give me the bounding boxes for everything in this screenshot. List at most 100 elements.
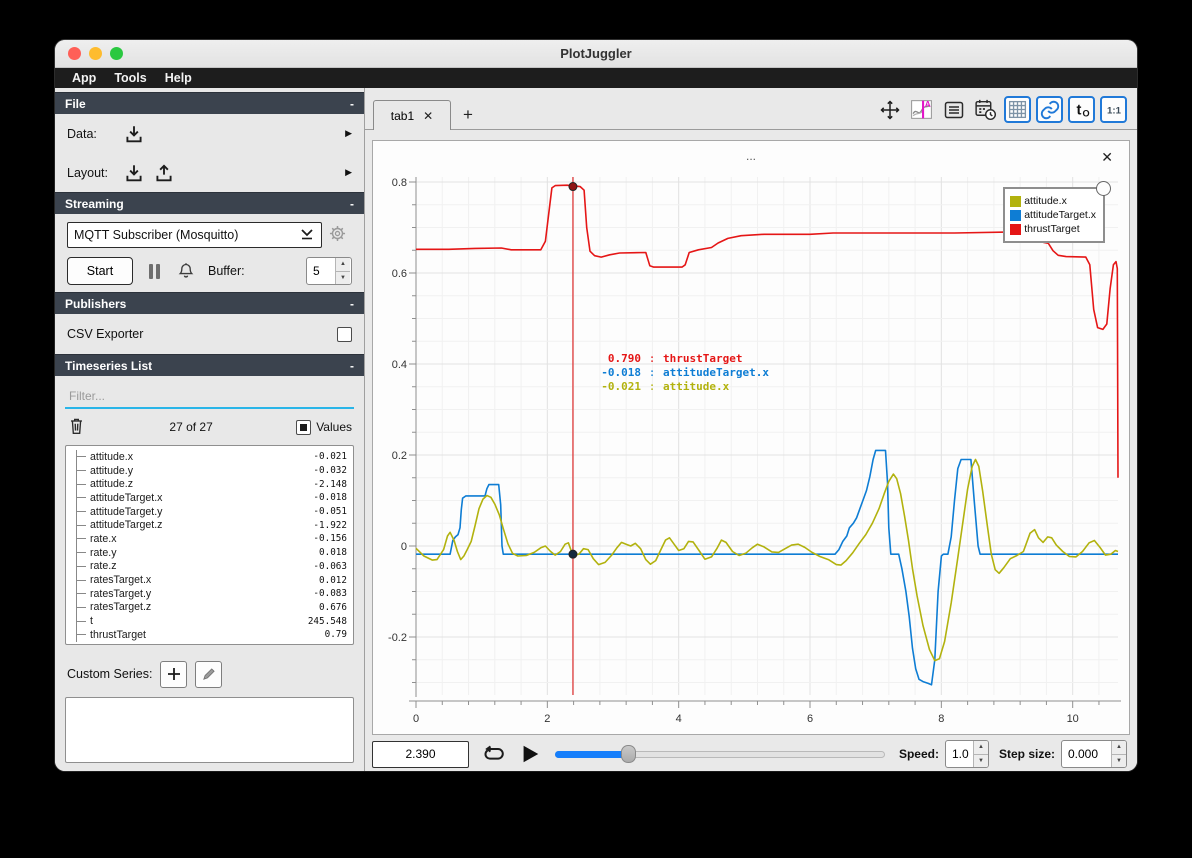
tooltip-line: 0.790: thrustTarget (607, 352, 743, 365)
collapse-icon[interactable]: - (350, 297, 354, 311)
timeseries-row[interactable]: ratesTarget.y -0.083 (77, 587, 347, 601)
timeseries-row[interactable]: attitude.x -0.021 (77, 450, 347, 464)
custom-series-list[interactable] (65, 697, 354, 763)
streaming-settings-gear-icon[interactable] (328, 224, 347, 246)
tree-branch-icon (77, 483, 86, 485)
t0-icon: t O (1076, 102, 1089, 118)
series-name: attitude.y (90, 464, 133, 477)
timeseries-row[interactable]: rate.z -0.063 (77, 560, 347, 574)
timeseries-row[interactable]: rate.x -0.156 (77, 532, 347, 546)
menu-item-tools[interactable]: Tools (105, 71, 155, 85)
grid-icon (1008, 100, 1027, 119)
spin-up-icon[interactable]: ▲ (336, 258, 350, 272)
timeseries-row[interactable]: thrustTarget 0.79 (77, 628, 347, 642)
menu-item-app[interactable]: App (63, 71, 105, 85)
slider-handle[interactable] (620, 745, 636, 763)
curve-list-button[interactable] (940, 96, 967, 123)
spin-up-icon[interactable]: ▲ (1112, 741, 1126, 755)
layout-expand-arrow-icon[interactable]: ▶ (345, 167, 352, 178)
timeseries-row[interactable]: rate.y 0.018 (77, 546, 347, 560)
spin-down-icon[interactable]: ▼ (1112, 754, 1126, 767)
save-layout-button[interactable] (149, 162, 179, 184)
tree-branch-icon (77, 593, 86, 595)
legend-label: thrustTarget (1024, 223, 1080, 235)
legend-entry[interactable]: thrustTarget (1010, 223, 1096, 235)
collapse-icon[interactable]: - (350, 97, 354, 111)
import-data-icon (126, 125, 142, 142)
buffer-spinbox[interactable]: ▲ ▼ (306, 257, 352, 285)
step-size-input[interactable] (1062, 741, 1111, 767)
x-tick-label: 4 (676, 713, 682, 725)
series-name: rate.z (90, 560, 117, 573)
link-axes-button[interactable] (1036, 96, 1063, 123)
timeseries-row[interactable]: ratesTarget.x 0.012 (77, 573, 347, 587)
values-checkbox[interactable] (296, 419, 312, 435)
plotjuggler-window: PlotJuggler App Tools Help File - Data: ▶ … (55, 40, 1137, 771)
streaming-source-select[interactable]: MQTT Subscriber (Mosquitto) (67, 222, 322, 248)
load-layout-button[interactable] (119, 162, 149, 184)
timeseries-row[interactable]: t 245.548 (77, 614, 347, 628)
maximize-window-button[interactable] (110, 47, 123, 60)
loop-button[interactable] (481, 742, 507, 766)
plot-legend[interactable]: attitude.x attitudeTarget.x thrustTarget (1003, 181, 1111, 243)
ratio-1-1-button[interactable]: 1:1 (1100, 96, 1127, 123)
pause-icon[interactable] (149, 263, 160, 279)
timeseries-row[interactable]: attitude.y -0.032 (77, 464, 347, 478)
timeline-slider[interactable] (555, 745, 885, 763)
x-tick-label: 8 (938, 713, 944, 725)
step-size-spinbox[interactable]: ▲ ▼ (1061, 740, 1127, 768)
speed-input[interactable] (945, 741, 973, 767)
export-layout-icon (156, 164, 172, 181)
spin-down-icon[interactable]: ▼ (336, 271, 350, 284)
legend-entry[interactable]: attitudeTarget.x (1010, 209, 1096, 221)
section-header-streaming[interactable]: Streaming - (55, 192, 364, 214)
minimize-window-button[interactable] (89, 47, 102, 60)
buffer-input[interactable] (307, 258, 335, 284)
edit-custom-series-button[interactable] (195, 660, 223, 688)
series-name: thrustTarget (90, 628, 146, 641)
collapse-icon[interactable]: - (350, 359, 354, 373)
series-value: 0.012 (319, 574, 347, 586)
timeseries-row[interactable]: attitudeTarget.x -0.018 (77, 491, 347, 505)
timeseries-row[interactable]: attitudeTarget.z -1.922 (77, 518, 347, 532)
collapse-icon[interactable]: - (350, 197, 354, 211)
tab-tab1[interactable]: tab1 ✕ (373, 100, 451, 130)
delete-series-trash-icon[interactable] (67, 416, 86, 439)
legend-handle-icon[interactable] (1096, 181, 1111, 196)
series-value: -0.083 (313, 588, 347, 600)
menu-item-help[interactable]: Help (156, 71, 201, 85)
add-custom-series-button[interactable] (160, 660, 188, 688)
time-offset-button[interactable]: t O (1068, 96, 1095, 123)
grid-toggle-button[interactable] (1004, 96, 1031, 123)
close-window-button[interactable] (68, 47, 81, 60)
section-header-publishers[interactable]: Publishers - (55, 292, 364, 314)
play-button[interactable] (519, 743, 541, 765)
datetime-scale-button[interactable] (972, 96, 999, 123)
spin-down-icon[interactable]: ▼ (973, 754, 988, 767)
tree-branch-icon (77, 634, 86, 636)
timeseries-row[interactable]: attitude.z -2.148 (77, 477, 347, 491)
csv-exporter-checkbox[interactable] (337, 326, 352, 342)
curve-style-button[interactable]: A (908, 96, 935, 123)
section-header-timeseries[interactable]: Timeseries List - (55, 354, 364, 376)
data-label: Data: (67, 126, 97, 141)
timeseries-row[interactable]: ratesTarget.z 0.676 (77, 601, 347, 615)
spin-up-icon[interactable]: ▲ (973, 741, 988, 755)
timeseries-row[interactable]: attitudeTarget.y -0.051 (77, 505, 347, 519)
filter-input[interactable] (65, 385, 354, 407)
tab-close-icon[interactable]: ✕ (423, 109, 433, 123)
current-time-input[interactable] (372, 740, 469, 768)
legend-label: attitudeTarget.x (1024, 209, 1096, 221)
plot-close-icon[interactable]: ✕ (1101, 150, 1113, 164)
speed-spinbox[interactable]: ▲ ▼ (944, 740, 989, 768)
streaming-start-button[interactable]: Start (67, 257, 133, 285)
drag-mode-button[interactable] (876, 96, 903, 123)
timeseries-list[interactable]: attitude.x -0.021 attitude.y -0.032 attitude… (65, 445, 354, 645)
load-data-button[interactable] (119, 123, 149, 145)
add-tab-button[interactable]: + (451, 105, 485, 129)
notifications-bell-icon[interactable] (176, 261, 196, 281)
data-expand-arrow-icon[interactable]: ▶ (345, 128, 352, 139)
section-header-file[interactable]: File - (55, 92, 364, 114)
csv-exporter-label: CSV Exporter (67, 327, 144, 341)
legend-entry[interactable]: attitude.x (1010, 195, 1096, 207)
